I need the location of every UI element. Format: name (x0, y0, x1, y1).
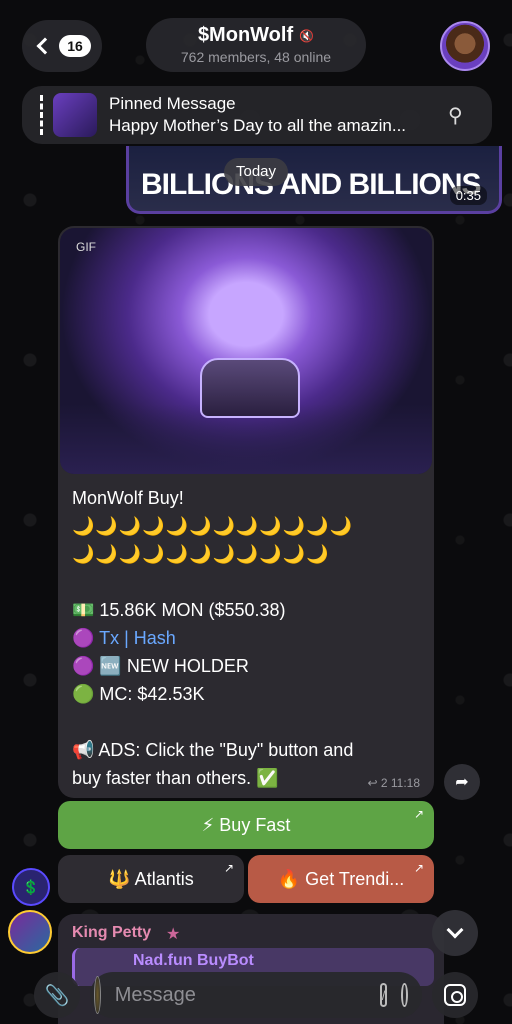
commands-icon[interactable]: / (379, 983, 388, 1007)
gif-car (200, 358, 300, 418)
reply-preview-title: Nad.fun BuyBot (133, 952, 254, 969)
atlantis-button[interactable]: 🔱 Atlantis ↗ (58, 855, 244, 903)
external-link-icon: ↗ (223, 861, 234, 875)
sender-name[interactable]: King Petty (72, 924, 151, 942)
buy-fast-label: ⚡ Buy Fast (201, 814, 291, 835)
moon-row-1: 🌙🌙🌙🌙🌙🌙🌙🌙🌙🌙🌙🌙 (72, 516, 353, 536)
chevron-down-icon (446, 921, 464, 939)
chevron-left-icon (36, 37, 54, 55)
attach-button[interactable]: 📎 (34, 972, 80, 1018)
chat-subtitle: 762 members, 48 online (180, 49, 332, 65)
sender-avatar-user[interactable] (8, 910, 52, 954)
camera-button[interactable] (432, 972, 478, 1018)
muted-icon: 🔇 (299, 28, 315, 43)
pinned-indicator (40, 95, 43, 135)
message-meta: ↩ 2 11:18 (367, 776, 420, 790)
chat-title-button[interactable]: $MonWolf 🔇 762 members, 48 online (146, 18, 366, 72)
video-headline: BILLIONS AND BILLIONS (141, 168, 482, 201)
message-text: MonWolf Buy! 🌙🌙🌙🌙🌙🌙🌙🌙🌙🌙🌙🌙 🌙🌙🌙🌙🌙🌙🌙🌙🌙🌙🌙 💵 … (72, 484, 422, 792)
pin-list-icon[interactable]: ⚲ (448, 103, 476, 128)
pinned-body: Happy Mother’s Day to all the amazin... (109, 116, 407, 135)
atlantis-label: 🔱 Atlantis (108, 868, 194, 889)
composer: / (90, 972, 422, 1018)
back-button[interactable]: 16 (22, 20, 102, 72)
tx-line: 🟣 Tx | Hash (72, 628, 176, 648)
gif-media[interactable]: GIF (60, 228, 432, 474)
send-as-avatar[interactable] (94, 976, 101, 1014)
message-title: MonWolf Buy! (72, 488, 184, 508)
star-icon: ★ (166, 926, 181, 943)
share-icon: ➦ (455, 774, 469, 791)
buy-fast-button[interactable]: ⚡ Buy Fast ↗ (58, 801, 434, 849)
scroll-down-button[interactable] (432, 910, 478, 956)
message-input[interactable] (100, 983, 380, 1007)
reply-count[interactable]: ↩ 2 (367, 776, 387, 790)
message-time: 11:18 (390, 776, 420, 790)
camera-icon (444, 984, 466, 1006)
gif-label: GIF (76, 240, 96, 254)
share-button[interactable]: ➦ (444, 764, 480, 800)
external-link-icon: ↗ (413, 861, 424, 875)
market-cap-line: 🟢 MC: $42.53K (72, 684, 205, 704)
chat-title: $MonWolf (197, 24, 294, 46)
chat-avatar[interactable] (440, 21, 490, 71)
tx-hash-link[interactable]: Tx | Hash (99, 628, 176, 648)
get-trending-button[interactable]: 🔥 Get Trendi... ↗ (248, 855, 434, 903)
video-message[interactable]: BILLIONS AND BILLIONS 0:35 (126, 146, 502, 214)
ads-line: 📢 ADS: Click the "Buy" button and (72, 740, 354, 760)
video-duration: 0:35 (449, 186, 487, 205)
pinned-message-bar[interactable]: Pinned Message Happy Mother’s Day to all… (22, 86, 492, 144)
get-trending-label: 🔥 Get Trendi... (277, 868, 405, 889)
external-link-icon: ↗ (413, 807, 424, 821)
paperclip-icon: 📎 (44, 984, 70, 1007)
pinned-thumbnail (53, 93, 97, 137)
sender-avatar-bot[interactable]: 💲 (12, 868, 50, 906)
date-chip: Today (224, 158, 289, 186)
buy-amount: 💵 15.86K MON ($550.38) (72, 600, 286, 620)
moon-row-2: 🌙🌙🌙🌙🌙🌙🌙🌙🌙🌙🌙 (72, 544, 330, 564)
sticker-icon[interactable] (401, 983, 408, 1007)
pinned-title: Pinned Message (109, 94, 236, 113)
new-holder-line: 🟣 🆕 NEW HOLDER (72, 656, 249, 676)
message-bubble[interactable]: GIF MonWolf Buy! 🌙🌙🌙🌙🌙🌙🌙🌙🌙🌙🌙🌙 🌙🌙🌙🌙🌙🌙🌙🌙🌙🌙… (58, 226, 434, 798)
unread-count-badge: 16 (59, 35, 91, 57)
